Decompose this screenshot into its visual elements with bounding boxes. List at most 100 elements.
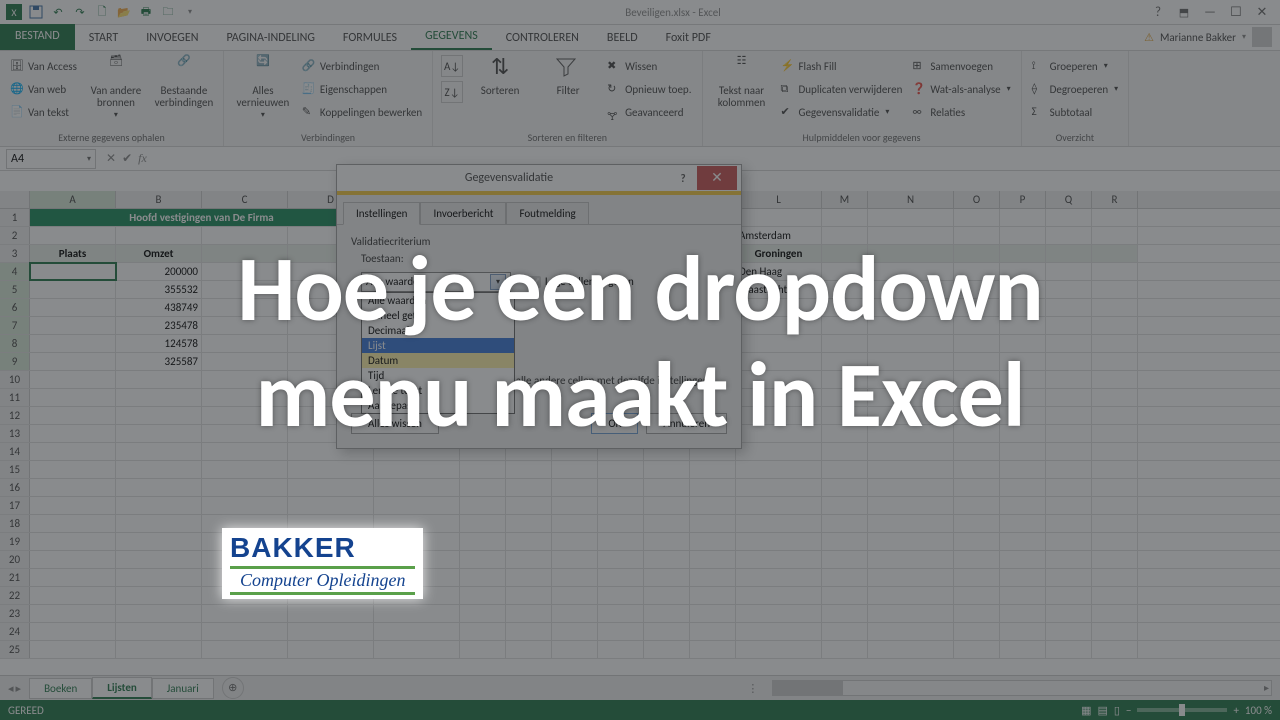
- cell[interactable]: [822, 209, 868, 226]
- cell[interactable]: [1000, 209, 1046, 226]
- row-header[interactable]: 21: [0, 569, 30, 586]
- print-preview-icon[interactable]: 🖶: [136, 2, 156, 22]
- cell[interactable]: [954, 299, 1000, 316]
- cell[interactable]: [822, 623, 868, 640]
- cell[interactable]: [954, 497, 1000, 514]
- option-tijd[interactable]: Tijd: [362, 368, 514, 383]
- cell[interactable]: Groningen: [736, 245, 822, 262]
- cell[interactable]: [116, 641, 202, 658]
- cell[interactable]: [822, 641, 868, 658]
- cell[interactable]: [954, 551, 1000, 568]
- cell[interactable]: [954, 641, 1000, 658]
- cell[interactable]: [1092, 641, 1138, 658]
- cell[interactable]: [374, 479, 460, 496]
- cell[interactable]: [1000, 263, 1046, 280]
- view-pagebreak-icon[interactable]: ▯: [1114, 704, 1120, 717]
- option-datum[interactable]: Datum: [362, 353, 514, 368]
- cell[interactable]: [1046, 263, 1092, 280]
- cell[interactable]: [552, 641, 598, 658]
- cell[interactable]: [288, 479, 374, 496]
- cell[interactable]: [202, 425, 288, 442]
- option-geheel-getal[interactable]: Geheel getal: [362, 308, 514, 323]
- cell[interactable]: [1000, 371, 1046, 388]
- lege-cellen-checkbox[interactable]: Lege cellen negeren: [529, 275, 634, 288]
- cell[interactable]: [30, 533, 116, 550]
- horizontal-scrollbar[interactable]: ◂▸: [772, 680, 1272, 696]
- tab-controleren[interactable]: CONTROLEREN: [492, 26, 593, 50]
- cancel-button[interactable]: Annuleren: [646, 413, 727, 434]
- cell[interactable]: [1092, 353, 1138, 370]
- cell[interactable]: [954, 623, 1000, 640]
- cell[interactable]: [30, 263, 116, 280]
- cell[interactable]: [598, 605, 644, 622]
- cell[interactable]: [1092, 623, 1138, 640]
- cell[interactable]: [644, 587, 690, 604]
- cell[interactable]: [1092, 227, 1138, 244]
- cell[interactable]: [644, 461, 690, 478]
- cell[interactable]: [598, 623, 644, 640]
- cell[interactable]: [460, 641, 506, 658]
- cell[interactable]: [1046, 623, 1092, 640]
- cell[interactable]: [202, 245, 288, 262]
- cell[interactable]: [954, 263, 1000, 280]
- cell[interactable]: [1092, 533, 1138, 550]
- cell[interactable]: [116, 587, 202, 604]
- cell[interactable]: [460, 533, 506, 550]
- cell[interactable]: [954, 587, 1000, 604]
- cell[interactable]: [552, 533, 598, 550]
- row-header[interactable]: 13: [0, 425, 30, 442]
- cell[interactable]: [506, 587, 552, 604]
- tab-instellingen[interactable]: Instellingen: [343, 202, 420, 225]
- cell[interactable]: [1000, 479, 1046, 496]
- cell[interactable]: [868, 425, 954, 442]
- cell[interactable]: [1046, 641, 1092, 658]
- cell[interactable]: [822, 317, 868, 334]
- cell[interactable]: [822, 479, 868, 496]
- cell[interactable]: [822, 263, 868, 280]
- cell[interactable]: [202, 371, 288, 388]
- cell[interactable]: [1092, 569, 1138, 586]
- cell[interactable]: [30, 317, 116, 334]
- column-header[interactable]: Q: [1046, 191, 1092, 208]
- cell[interactable]: [954, 371, 1000, 388]
- cell[interactable]: [116, 605, 202, 622]
- cell[interactable]: [954, 425, 1000, 442]
- chevron-down-icon[interactable]: ▾: [490, 274, 506, 290]
- user-name[interactable]: Marianne Bakker: [1160, 31, 1236, 44]
- cell[interactable]: [30, 335, 116, 352]
- cell[interactable]: [202, 605, 288, 622]
- row-header[interactable]: 7: [0, 317, 30, 334]
- tab-foutmelding[interactable]: Foutmelding: [506, 202, 588, 225]
- column-header[interactable]: C: [202, 191, 288, 208]
- cell[interactable]: [1092, 371, 1138, 388]
- cell[interactable]: [1046, 389, 1092, 406]
- cancel-formula-icon[interactable]: ✕: [106, 151, 116, 166]
- save-icon[interactable]: [26, 2, 46, 22]
- filter-button[interactable]: Filter: [537, 55, 599, 97]
- cell[interactable]: Den Haag: [736, 263, 822, 280]
- zoom-level[interactable]: 100 %: [1245, 704, 1272, 717]
- cell[interactable]: [736, 551, 822, 568]
- cell[interactable]: [116, 497, 202, 514]
- cell[interactable]: [202, 317, 288, 334]
- cell[interactable]: [1046, 425, 1092, 442]
- cell[interactable]: [736, 407, 822, 424]
- cell[interactable]: [1046, 407, 1092, 424]
- cell[interactable]: [506, 551, 552, 568]
- cell[interactable]: [202, 299, 288, 316]
- cell[interactable]: [1046, 587, 1092, 604]
- cell[interactable]: [822, 443, 868, 460]
- sheet-nav-last-icon[interactable]: ▸: [16, 682, 22, 695]
- folder-icon[interactable]: 🗀: [158, 2, 178, 22]
- cell[interactable]: [690, 569, 736, 586]
- cell[interactable]: [736, 515, 822, 532]
- enter-formula-icon[interactable]: ✔: [122, 151, 132, 166]
- cell[interactable]: [1046, 317, 1092, 334]
- cell[interactable]: [202, 227, 288, 244]
- cell[interactable]: [460, 587, 506, 604]
- cell[interactable]: [822, 587, 868, 604]
- cell[interactable]: [598, 641, 644, 658]
- cell[interactable]: [202, 641, 288, 658]
- column-header[interactable]: N: [868, 191, 954, 208]
- option-decimaal[interactable]: Decimaal: [362, 323, 514, 338]
